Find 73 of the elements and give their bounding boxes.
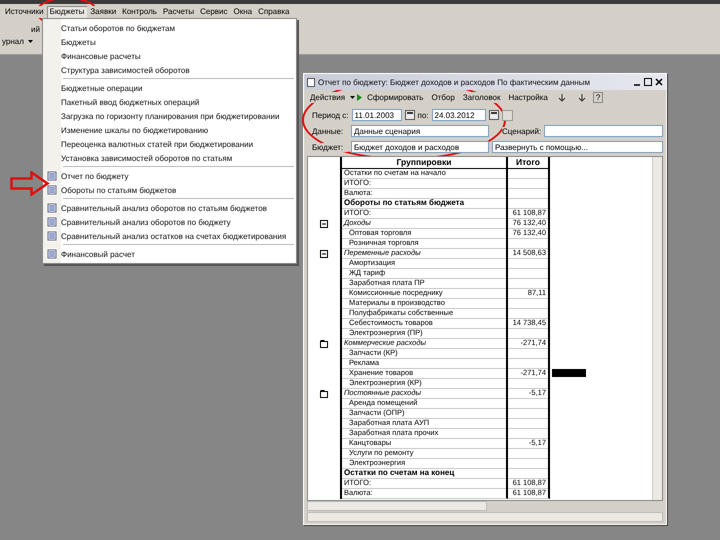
date-field[interactable]: 11.01.2003 [352,109,402,121]
row-label: Остатки по счетам на конец [342,468,508,479]
menu-entry[interactable]: Изменение шкалы по бюджетированию [61,126,208,134]
table-cell [508,268,550,279]
menu-entry[interactable]: Бюджеты [61,38,96,46]
column-header: Итого [508,157,550,169]
caret-icon[interactable] [350,96,356,99]
arrow-down-icon[interactable] [576,92,587,102]
collapse-icon[interactable] [320,220,328,228]
menu-entry[interactable]: Финансовые расчеты [61,52,141,60]
expand-combo[interactable]: Развернуть с помощью... [492,141,663,153]
table-cell [508,198,550,209]
arrow-down-icon[interactable] [556,92,567,102]
maximize-icon[interactable] [644,78,652,86]
pointer-arrow [10,171,50,196]
column-header: Группировки [342,157,508,169]
date-field[interactable]: 24.03.2012 [432,109,486,121]
menu-entry[interactable]: Обороты по статьям бюджетов [61,186,176,194]
menu-entry[interactable]: Структура зависимостей оборотов [61,66,190,74]
close-icon[interactable] [655,78,663,86]
table-cell [508,358,550,369]
document-icon [307,78,315,86]
expand-icon[interactable] [320,390,328,398]
calendar-icon[interactable] [404,110,415,120]
menu-entry[interactable]: Сравнительный анализ оборотов по статьям бюджетов [61,204,267,212]
table-cell [508,428,550,439]
horizontal-scrollbar[interactable] [307,512,663,522]
menu-item[interactable]: Окна [230,6,256,18]
table-cell [508,278,550,289]
caret-icon[interactable] [28,40,33,43]
scenario-label: Сценарий: [502,126,542,136]
menu-entry[interactable]: Сравнительный анализ оборотов по бюджету [61,218,231,226]
menu-entry[interactable]: Сравнительный анализ остатков на счетах бюджетирования [61,232,286,240]
table-cell [508,188,550,199]
menu-entry[interactable]: Бюджетные операции [61,84,142,92]
row-label: Обороты по статьям бюджета [342,198,508,209]
table-cell [508,398,550,409]
expand-icon[interactable] [320,340,328,348]
table-cell [508,298,550,309]
vertical-scrollbar[interactable] [652,157,662,500]
table-cell [508,308,550,319]
menu-entry[interactable]: Загрузка по горизонту планирования при бюджетировании [61,112,280,120]
table-cell [508,448,550,459]
menu-entry[interactable]: Пакетный ввод бюджетных операций [61,98,200,106]
collapse-icon[interactable] [320,250,328,258]
table-cell [508,418,550,429]
period-to-label: по: [418,110,429,120]
table-cell [508,258,550,269]
menu-entry[interactable]: Финансовый расчет [61,250,135,258]
menu-item[interactable]: Бюджеты [46,6,88,18]
journal-combo[interactable]: урнал [2,37,33,46]
table-cell [508,408,550,419]
budget-label: Бюджет: [312,142,348,152]
menu-entry[interactable]: Статьи оборотов по бюджетам [61,24,175,32]
help-button[interactable]: ? [592,92,604,103]
table-cell [508,378,550,389]
calendar-icon[interactable] [488,110,499,120]
period-label: Период с: [312,110,349,120]
title-bar: Отчет по бюджету: Бюджет доходов и расходов По фактическим данным [304,74,666,90]
table-cell [508,178,550,189]
horizontal-scrollbar[interactable] [307,501,487,511]
table-cell [508,348,550,359]
table-cell [508,238,550,249]
table-cell [508,468,550,479]
scenario-field[interactable] [544,125,663,137]
table-cell [508,328,550,339]
table-cell [508,168,550,179]
data-combo[interactable]: Данные сценария [351,125,489,137]
menu-entry[interactable]: Отчет по бюджету [61,172,128,180]
menu-entry[interactable]: Установка зависимостей оборотов по статьям [61,154,232,162]
budget-combo[interactable]: Бюджет доходов и расходов [351,141,489,153]
menu-entry[interactable]: Переоценка валютных статей при бюджетировании [61,140,254,148]
table-cell [508,458,550,469]
